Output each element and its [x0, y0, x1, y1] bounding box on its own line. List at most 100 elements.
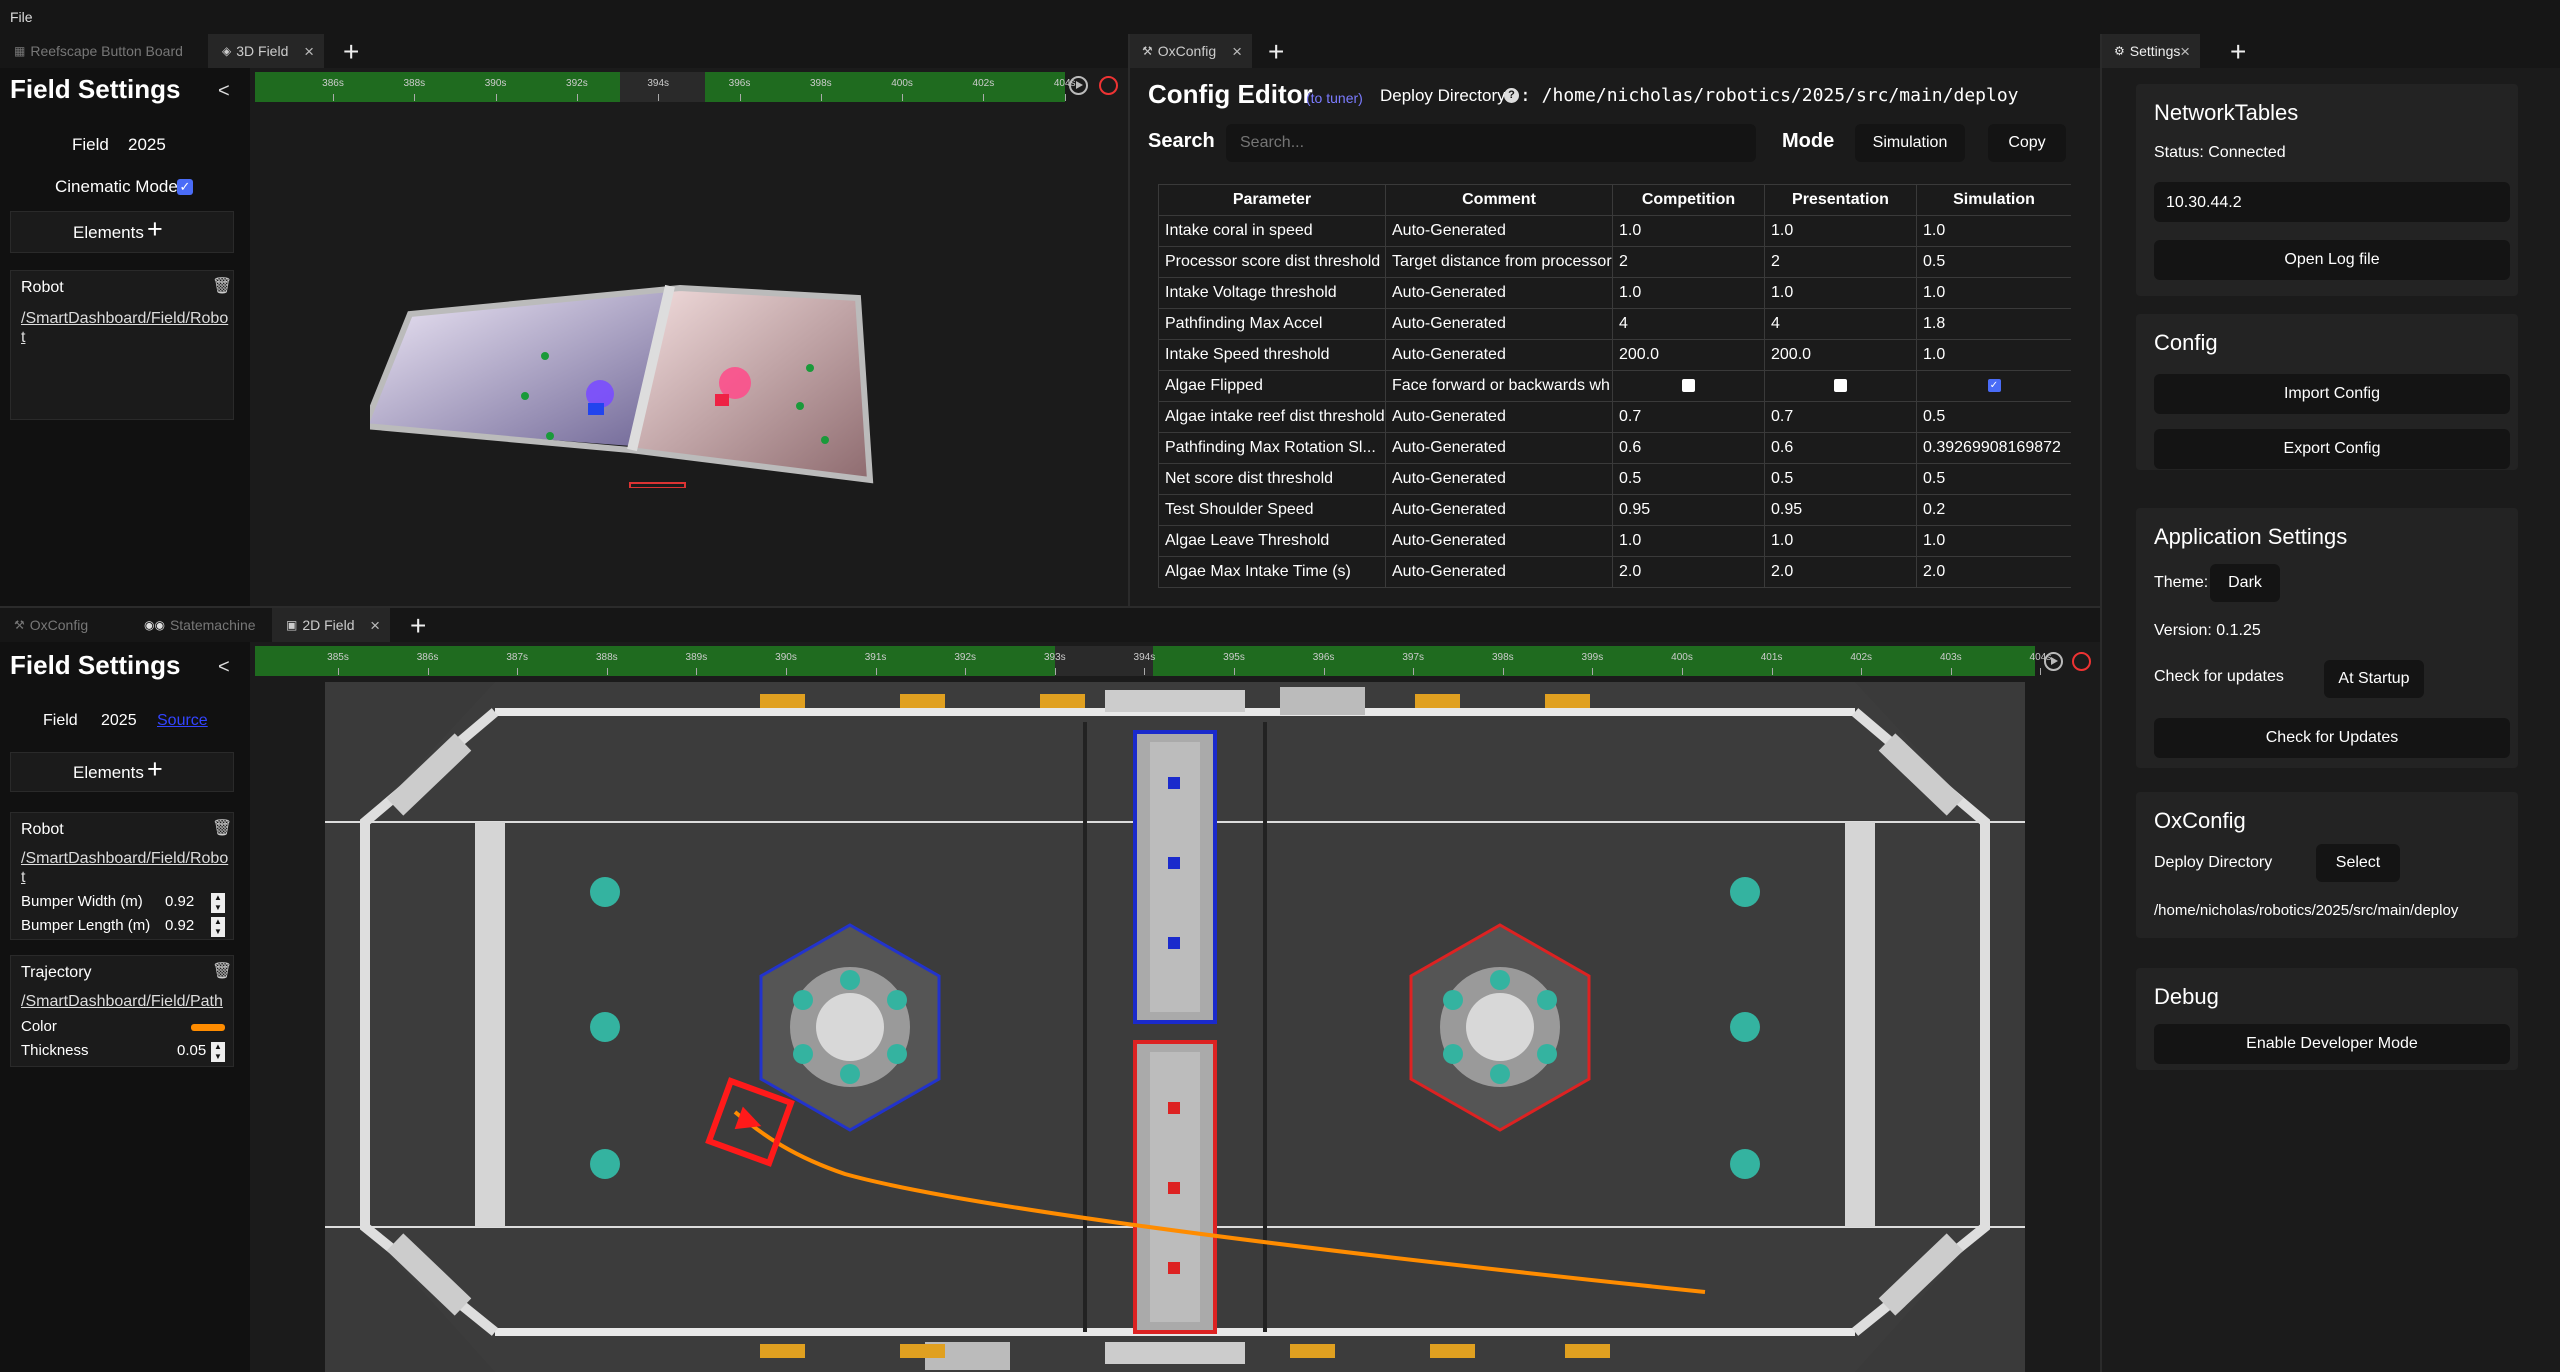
trash-icon[interactable]: 🗑: [212, 818, 232, 838]
close-icon[interactable]: ×: [2180, 42, 2190, 62]
pane-divider[interactable]: [0, 606, 2100, 608]
play-icon[interactable]: [1069, 76, 1088, 95]
import-config-button[interactable]: Import Config: [2154, 374, 2510, 414]
table-cell[interactable]: 2: [1612, 246, 1765, 278]
close-icon[interactable]: ×: [1232, 42, 1242, 62]
add-element-button[interactable]: +: [147, 214, 163, 245]
table-cell[interactable]: 1.0: [1612, 525, 1765, 557]
mode-select[interactable]: Simulation: [1855, 124, 1965, 162]
file-menu[interactable]: File: [10, 9, 33, 25]
copy-button[interactable]: Copy: [1988, 124, 2066, 162]
table-cell[interactable]: 0.5: [1916, 246, 2071, 278]
robot-topic-link[interactable]: /SmartDashboard/Field/Robot: [21, 309, 231, 347]
add-element-button[interactable]: +: [147, 754, 163, 785]
tab-3d-field[interactable]: ◈ 3D Field ×: [208, 34, 324, 68]
table-cell[interactable]: 1.0: [1612, 277, 1765, 309]
live-icon[interactable]: [1099, 76, 1118, 95]
open-log-button[interactable]: Open Log file: [2154, 240, 2510, 280]
table-cell[interactable]: 0.95: [1612, 494, 1765, 526]
live-icon[interactable]: [2072, 652, 2091, 671]
field2d-viewport[interactable]: 385s 386s 387s 388s 389s 390s 391s 392s 393s 394s…: [250, 642, 2100, 1372]
thickness-stepper[interactable]: ▲ ▼: [211, 1042, 225, 1062]
field-source-link[interactable]: Source: [157, 712, 208, 730]
table-cell[interactable]: 200.0: [1612, 339, 1765, 371]
table-cell[interactable]: 2.0: [1764, 556, 1917, 588]
timeline-3d[interactable]: 386s 388s 390s 392s 394s 396s 398s 400s 402s 404s: [255, 72, 1076, 102]
table-cell[interactable]: 1.0: [1916, 525, 2071, 557]
help-icon[interactable]: ?: [1504, 88, 1519, 103]
table-cell[interactable]: 2.0: [1612, 556, 1765, 588]
tab-oxconfig[interactable]: ⚒ OxConfig ×: [1128, 34, 1252, 68]
table-cell[interactable]: 0.39269908169872: [1916, 432, 2071, 464]
table-cell[interactable]: 1.0: [1764, 215, 1917, 247]
check-for-updates-button[interactable]: Check for Updates: [2154, 718, 2510, 758]
table-cell[interactable]: 2.0: [1916, 556, 2071, 588]
table-cell[interactable]: 4: [1612, 308, 1765, 340]
table-cell[interactable]: 0.2: [1916, 494, 2071, 526]
table-cell[interactable]: 1.0: [1612, 215, 1765, 247]
pane-divider[interactable]: [2100, 34, 2102, 1372]
tab-statemachine[interactable]: ◉◉ Statemachine: [130, 608, 272, 642]
table-cell[interactable]: 1.8: [1916, 308, 2071, 340]
table-cell[interactable]: 0.5: [1612, 463, 1765, 495]
select-directory-button[interactable]: Select: [2316, 844, 2400, 882]
add-tab-button[interactable]: +: [343, 36, 359, 68]
table-cell[interactable]: 0.5: [1916, 463, 2071, 495]
table-cell[interactable]: 1.0: [1916, 277, 2071, 309]
table-cell[interactable]: 0.6: [1764, 432, 1917, 464]
table-cell[interactable]: 0.7: [1764, 401, 1917, 433]
trajectory-color-swatch[interactable]: [191, 1024, 225, 1031]
tuner-link[interactable]: (to tuner): [1306, 90, 1363, 106]
table-cell[interactable]: 200.0: [1764, 339, 1917, 371]
theme-select[interactable]: Dark: [2210, 564, 2280, 602]
field-select[interactable]: 2025: [128, 135, 166, 155]
add-tab-button[interactable]: +: [1268, 36, 1284, 68]
tab-2d-field[interactable]: ▣ 2D Field ×: [272, 608, 390, 642]
table-cell[interactable]: 1.0: [1916, 339, 2071, 371]
export-config-button[interactable]: Export Config: [2154, 429, 2510, 469]
collapse-button[interactable]: <: [218, 80, 230, 103]
thickness-input[interactable]: 0.05: [177, 1042, 206, 1059]
add-tab-button[interactable]: +: [2230, 36, 2246, 68]
bumper-width-input[interactable]: 0.92: [165, 893, 194, 910]
robot-topic-link[interactable]: /SmartDashboard/Field/Robot: [21, 849, 231, 887]
play-icon[interactable]: [2044, 652, 2063, 671]
table-cell[interactable]: 1.0: [1764, 525, 1917, 557]
tab-settings[interactable]: ⚙ Settings ×: [2100, 34, 2200, 68]
search-input[interactable]: [1226, 124, 1756, 162]
checkbox[interactable]: [1682, 379, 1695, 393]
table-cell[interactable]: 2: [1764, 246, 1917, 278]
table-cell[interactable]: 0.7: [1612, 401, 1765, 433]
pane-divider[interactable]: [1128, 34, 1130, 608]
trajectory-topic-link[interactable]: /SmartDashboard/Field/Path: [21, 992, 235, 1011]
tab-oxconfig-bottom[interactable]: ⚒ OxConfig: [0, 608, 130, 642]
table-cell[interactable]: ✓: [1916, 370, 2071, 402]
table-cell[interactable]: 4: [1764, 308, 1917, 340]
add-tab-button[interactable]: +: [410, 610, 426, 642]
trash-icon[interactable]: 🗑: [212, 276, 232, 296]
developer-mode-button[interactable]: Enable Developer Mode: [2154, 1024, 2510, 1064]
bumper-length-stepper[interactable]: ▲ ▼: [211, 917, 225, 937]
bumper-length-input[interactable]: 0.92: [165, 917, 194, 934]
bumper-width-stepper[interactable]: ▲ ▼: [211, 893, 225, 913]
timeline-2d[interactable]: 385s 386s 387s 388s 389s 390s 391s 392s 393s 394s…: [255, 646, 2051, 676]
table-cell[interactable]: 1.0: [1916, 215, 2071, 247]
tab-reefscape-button-board[interactable]: ▦ Reefscape Button Board: [0, 34, 208, 68]
trash-icon[interactable]: 🗑: [212, 961, 232, 981]
checkbox[interactable]: ✓: [1987, 379, 2001, 393]
field-select[interactable]: 2025: [101, 712, 137, 730]
table-cell[interactable]: 0.6: [1612, 432, 1765, 464]
checkbox[interactable]: [1834, 379, 1847, 393]
check-updates-select[interactable]: At Startup: [2324, 660, 2424, 698]
table-cell[interactable]: 0.5: [1764, 463, 1917, 495]
close-icon[interactable]: ×: [370, 616, 380, 636]
collapse-button[interactable]: <: [218, 656, 230, 679]
table-cell[interactable]: 0.95: [1764, 494, 1917, 526]
table-cell[interactable]: [1764, 370, 1917, 402]
close-icon[interactable]: ×: [304, 42, 314, 62]
cinematic-mode-checkbox[interactable]: ✓: [177, 179, 193, 195]
table-cell[interactable]: 0.5: [1916, 401, 2071, 433]
field3d-viewport[interactable]: 386s 388s 390s 392s 394s 396s 398s 400s 402s 404s: [250, 68, 1128, 608]
table-cell[interactable]: 1.0: [1764, 277, 1917, 309]
table-cell[interactable]: [1612, 370, 1765, 402]
